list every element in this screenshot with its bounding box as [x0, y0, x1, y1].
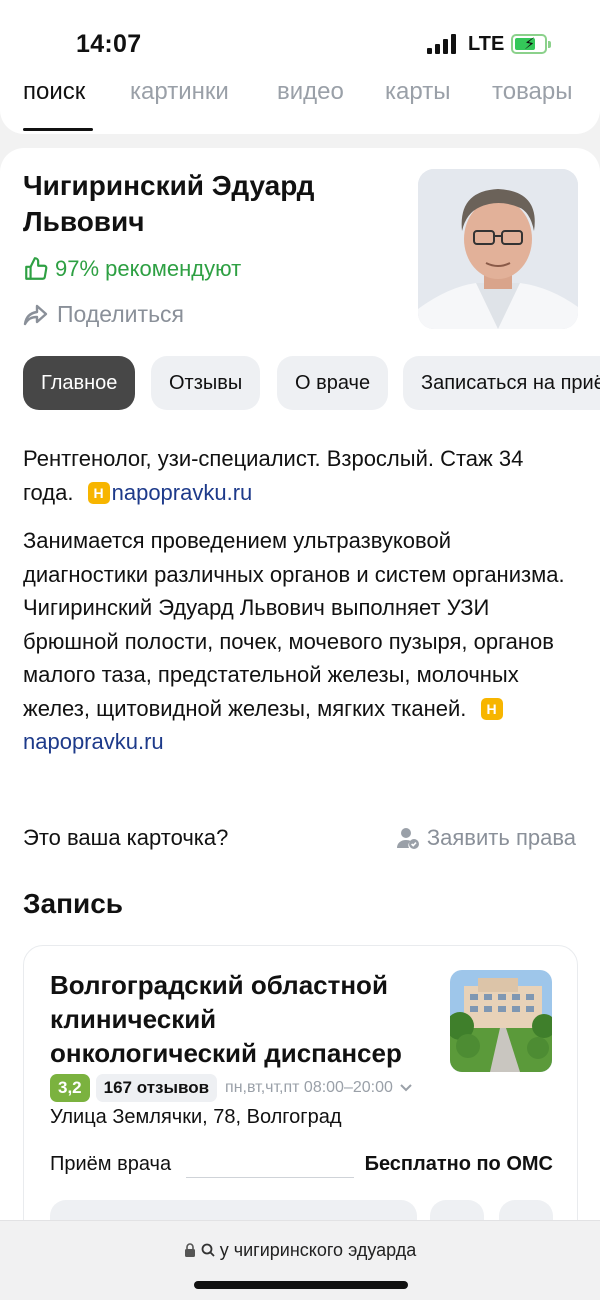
browser-address-bar[interactable]: у чигиринского эдуарда	[0, 1220, 600, 1300]
thumbs-up-icon	[25, 257, 48, 280]
home-indicator	[194, 1281, 408, 1289]
user-check-icon	[396, 828, 419, 849]
claim-rights-label: Заявить права	[426, 825, 576, 850]
search-icon	[201, 1243, 215, 1257]
claim-rights-button[interactable]: Заявить права	[396, 825, 576, 851]
chevron-down-icon[interactable]	[399, 1083, 413, 1093]
clinic-photo[interactable]	[450, 970, 552, 1072]
description-text: Занимается проведением ультразвуковой ди…	[23, 528, 565, 721]
tab-search[interactable]: поиск	[23, 84, 85, 106]
clinic-address: Улица Землячки, 78, Волгоград	[50, 1106, 342, 1128]
reviews-count[interactable]: 167 отзывов	[95, 1074, 218, 1102]
recommend-text: 97% рекомендуют	[55, 256, 242, 281]
claim-question: Это ваша карточка?	[23, 825, 229, 850]
tab-products[interactable]: товары	[492, 84, 573, 106]
address-field[interactable]: у чигиринского эдуарда	[0, 1240, 600, 1261]
status-time: 14:07	[76, 30, 142, 58]
doctor-name: Чигиринский Эдуард Львович	[23, 170, 315, 237]
address-query: у чигиринского эдуарда	[219, 1240, 417, 1260]
doctor-description: Занимается проведением ультразвуковой ди…	[23, 524, 568, 759]
summary-source-link[interactable]: napopravku.ru	[112, 480, 253, 505]
clinic-name[interactable]: Волгоградский областной клинический онко…	[50, 968, 430, 1070]
doctor-summary: Рентгенолог, узи-специалист. Взрослый. С…	[23, 442, 568, 509]
tab-images[interactable]: картинки	[130, 84, 229, 106]
share-label: Поделиться	[57, 301, 185, 327]
clinic-meta: 3,2 167 отзывов пн,вт,чт,пт 08:00–20:00	[50, 1074, 413, 1102]
tab-maps[interactable]: карты	[385, 84, 450, 106]
chip-book-appointment[interactable]: Записаться на приём	[403, 356, 600, 410]
visit-leader-line	[186, 1177, 354, 1178]
network-label: LTE	[468, 33, 505, 55]
visit-price: Бесплатно по ОМС	[364, 1153, 553, 1175]
share-arrow-icon	[23, 304, 48, 325]
search-tabs: поиск картинки видео карты товары	[0, 84, 600, 134]
battery-charging-icon: ⚡	[511, 34, 551, 54]
share-button[interactable]: Поделиться	[23, 301, 184, 328]
doctor-card: Чигиринский Эдуард Львович 97% рекоменду…	[0, 148, 600, 1300]
lock-icon	[184, 1243, 195, 1257]
chip-main[interactable]: Главное	[23, 356, 136, 410]
recommend-rate: 97% рекомендуют	[23, 256, 241, 282]
doctor-photo	[418, 169, 578, 329]
opening-hours[interactable]: пн,вт,чт,пт 08:00–20:00	[225, 1079, 393, 1097]
status-bar: 14:07 LTE ⚡	[0, 0, 600, 84]
appointment-section-title: Запись	[23, 888, 124, 919]
visit-label: Приём врача	[50, 1153, 172, 1175]
chip-about-doctor[interactable]: О враче	[277, 356, 389, 410]
active-tab-indicator	[23, 128, 93, 131]
section-chips: Главное Отзывы О враче Записаться на при…	[23, 356, 600, 410]
signal-icon	[427, 34, 457, 54]
rating-badge: 3,2	[50, 1074, 90, 1102]
source-badge-icon: Н	[480, 697, 503, 720]
source-badge-icon: Н	[87, 481, 110, 504]
chip-reviews[interactable]: Отзывы	[151, 356, 261, 410]
tab-video[interactable]: видео	[277, 84, 344, 106]
description-source-link[interactable]: napopravku.ru	[23, 729, 164, 754]
